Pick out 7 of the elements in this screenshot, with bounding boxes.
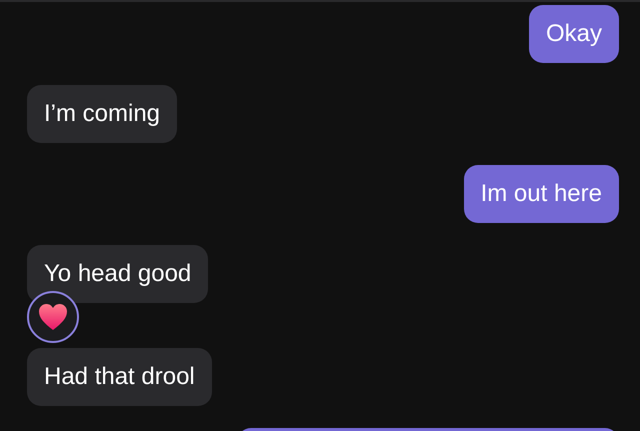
message-bubble: I’m coming [27,85,178,143]
message-bubble: Yo head good [27,245,208,303]
message-bubble: Im out here [464,165,619,223]
heart-icon [38,303,68,331]
message-bubble: Had that drool [27,348,212,406]
message-bubble: Okay [528,5,619,63]
reaction-badge[interactable] [27,291,79,343]
